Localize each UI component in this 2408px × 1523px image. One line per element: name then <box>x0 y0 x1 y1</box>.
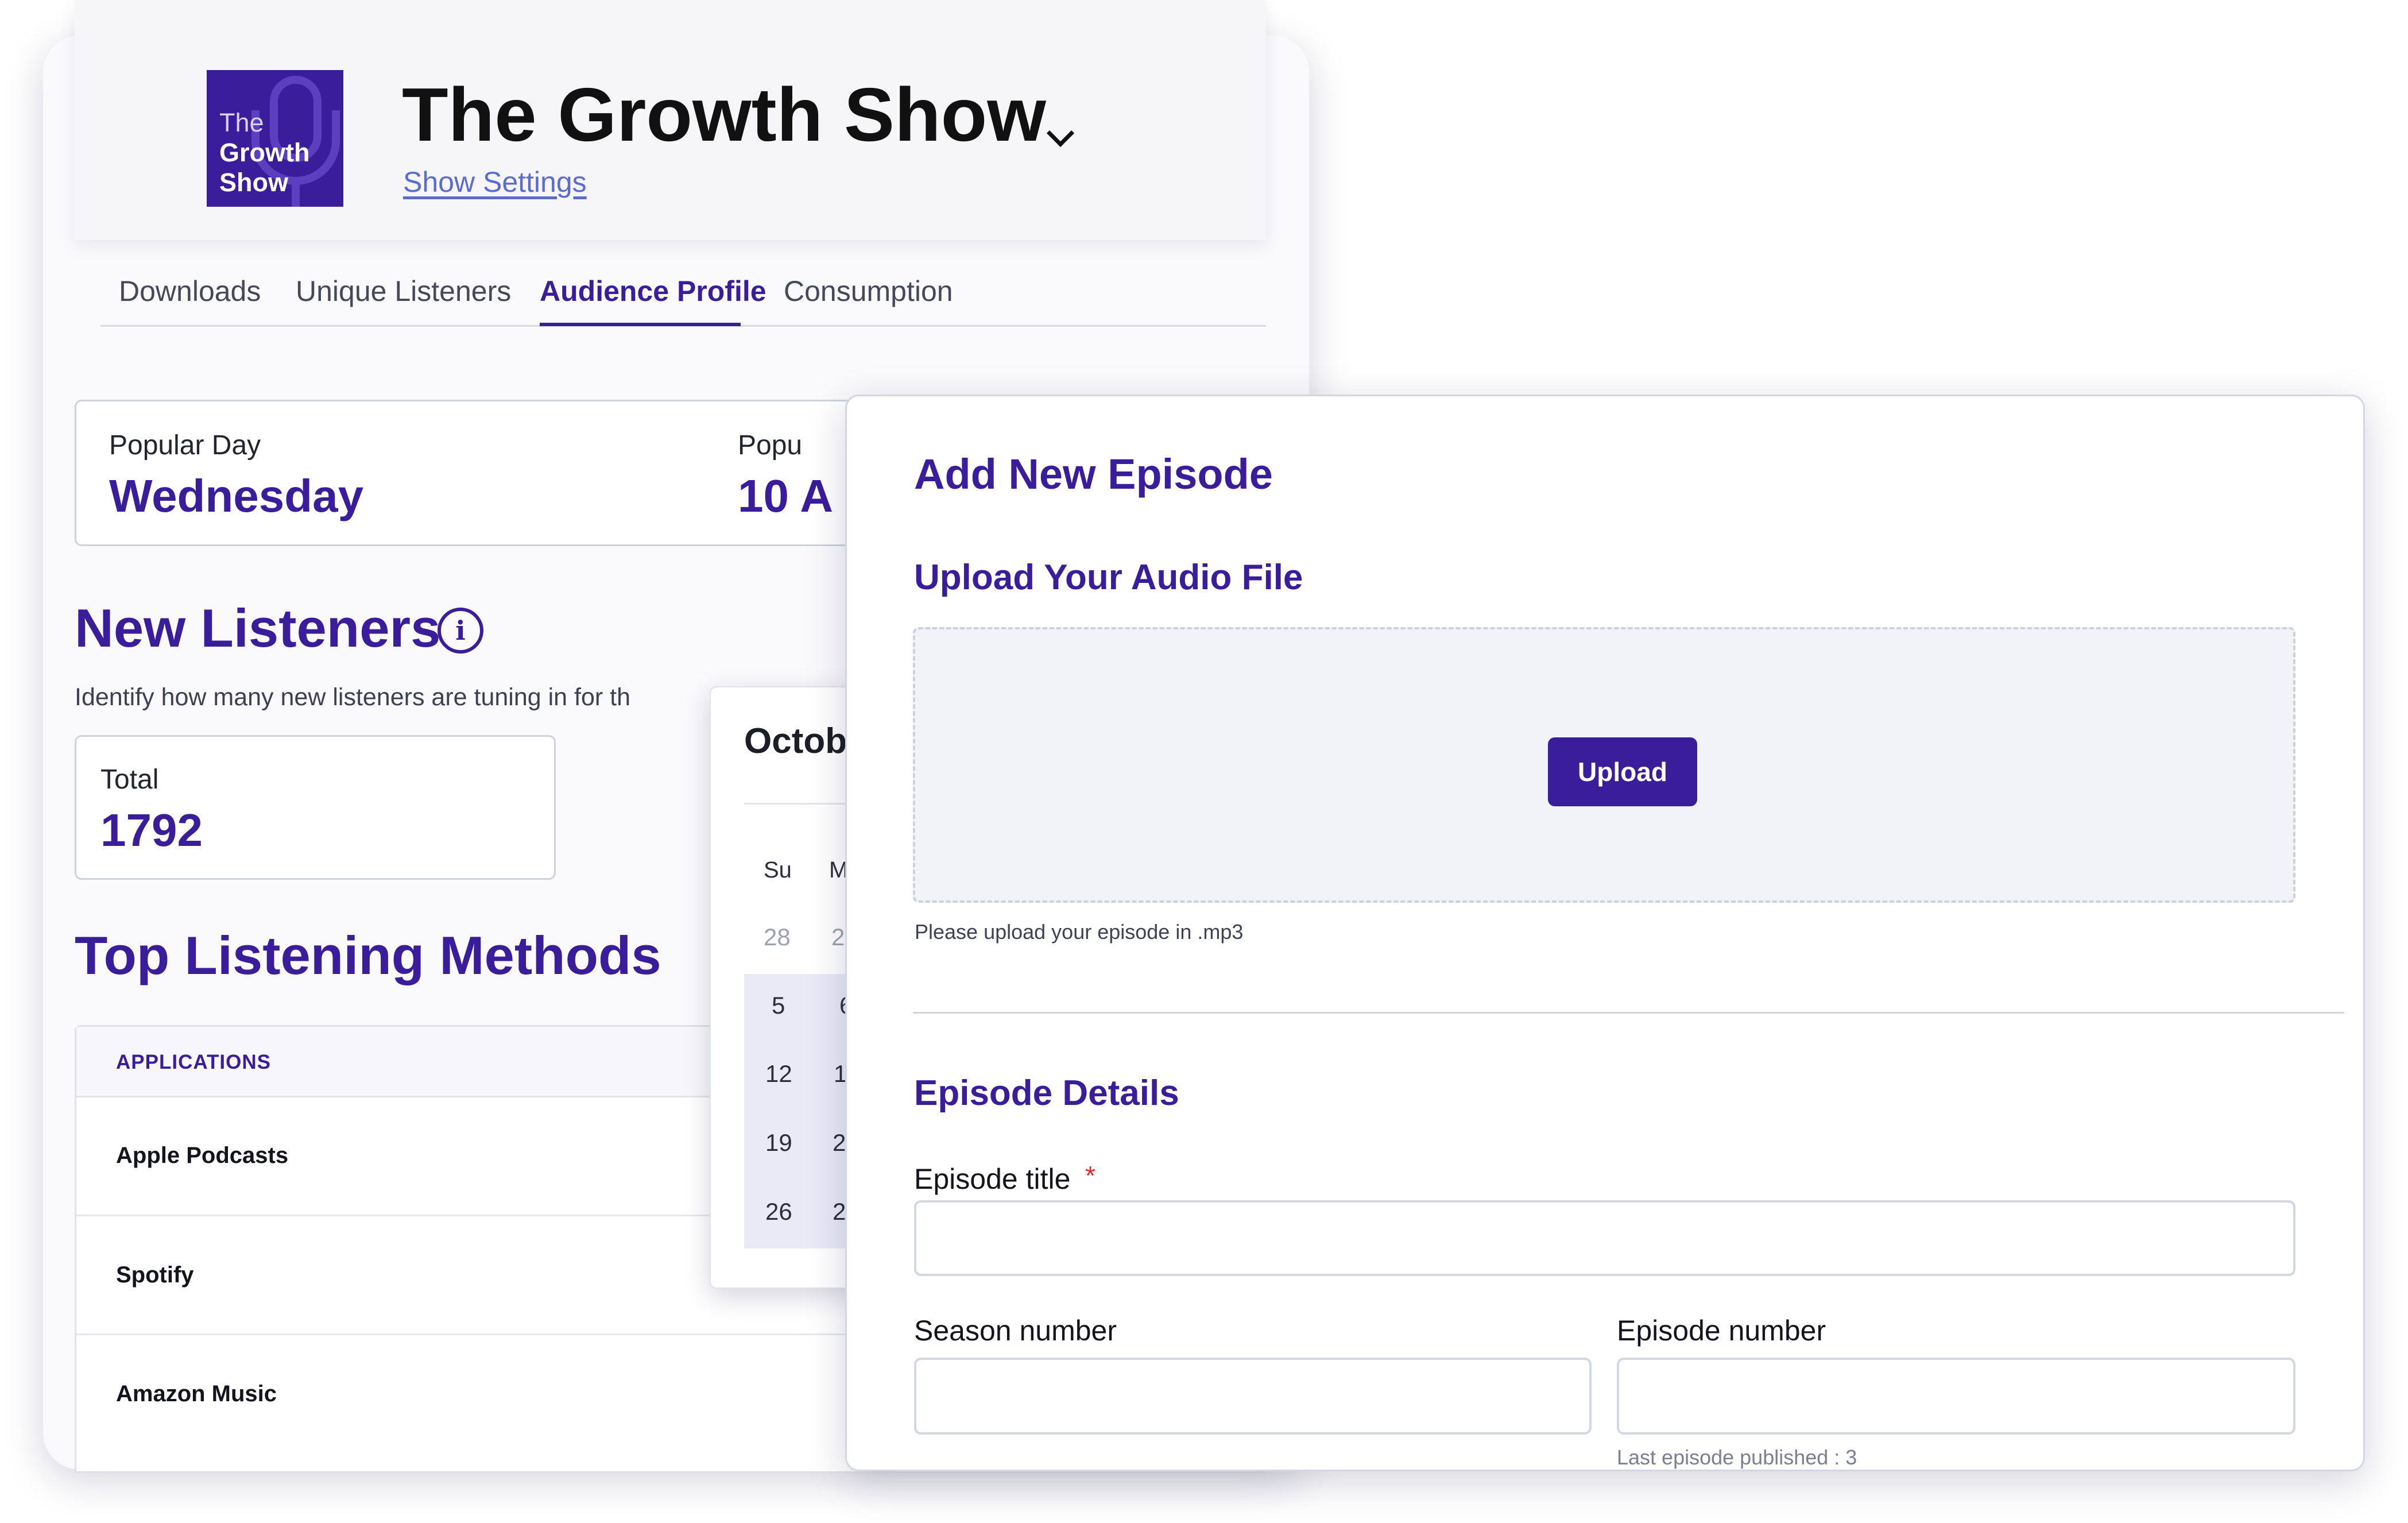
calendar-day[interactable]: 2 <box>831 923 845 951</box>
new-listeners-heading: New Listeners <box>75 598 441 658</box>
calendar-day[interactable]: 12 <box>765 1060 792 1088</box>
calendar-day[interactable]: 26 <box>765 1198 792 1226</box>
section-divider <box>913 1012 2344 1014</box>
tab-unique-listeners[interactable]: Unique Listeners <box>296 275 511 308</box>
popular-time-label: Popu <box>738 430 803 461</box>
season-number-input[interactable] <box>914 1358 1592 1435</box>
episode-number-input[interactable] <box>1617 1358 2295 1435</box>
add-episode-heading: Add New Episode <box>914 450 1273 498</box>
logo-text-line: Show <box>219 168 288 197</box>
popular-day-label: Popular Day <box>109 430 261 461</box>
episode-title-label: Episode title <box>914 1163 1071 1195</box>
popular-time-value: 10 A <box>738 470 834 521</box>
table-row: Spotify <box>116 1262 194 1288</box>
calendar-day[interactable]: 5 <box>772 992 785 1019</box>
popular-day-value: Wednesday <box>109 470 364 521</box>
calendar-day[interactable]: 28 <box>764 923 791 951</box>
tab-audience-profile[interactable]: Audience Profile <box>540 275 766 308</box>
tab-consumption[interactable]: Consumption <box>784 275 953 308</box>
calendar-weekday: Su <box>764 857 792 883</box>
season-number-label: Season number <box>914 1315 1117 1347</box>
table-row: Amazon Music <box>116 1381 277 1406</box>
calendar-day[interactable]: 19 <box>765 1129 792 1157</box>
total-label: Total <box>100 764 159 795</box>
upload-audio-heading: Upload Your Audio File <box>914 558 1303 597</box>
episode-details-heading: Episode Details <box>914 1073 1179 1113</box>
last-episode-hint: Last episode published : 3 <box>1617 1445 1857 1469</box>
active-tab-indicator <box>540 323 741 326</box>
logo-text-line: Growth <box>219 138 310 167</box>
show-title[interactable]: The Growth Show <box>402 69 1046 161</box>
show-settings-link[interactable]: Show Settings <box>403 165 587 199</box>
episode-title-input[interactable] <box>914 1200 2295 1276</box>
table-row: Apple Podcasts <box>116 1143 289 1168</box>
microphone-stem <box>292 183 300 207</box>
calendar-day[interactable]: 2 <box>833 1198 846 1226</box>
top-listening-methods-heading: Top Listening Methods <box>75 925 661 985</box>
calendar-month-title: Octob <box>744 721 847 761</box>
info-icon[interactable]: i <box>438 608 483 654</box>
total-value: 1792 <box>100 805 203 856</box>
tab-downloads[interactable]: Downloads <box>119 275 261 308</box>
upload-hint: Please upload your episode in .mp3 <box>915 920 1244 944</box>
show-logo: The Growth Show <box>207 70 343 207</box>
episode-number-label: Episode number <box>1617 1315 1826 1347</box>
applications-column-header[interactable]: APPLICATIONS <box>116 1051 271 1074</box>
calendar-day[interactable]: 2 <box>833 1129 846 1157</box>
upload-button[interactable]: Upload <box>1548 737 1697 806</box>
logo-text-line: The <box>219 108 264 137</box>
new-listeners-description: Identify how many new listeners are tuni… <box>75 683 631 711</box>
required-marker: * <box>1085 1161 1095 1190</box>
